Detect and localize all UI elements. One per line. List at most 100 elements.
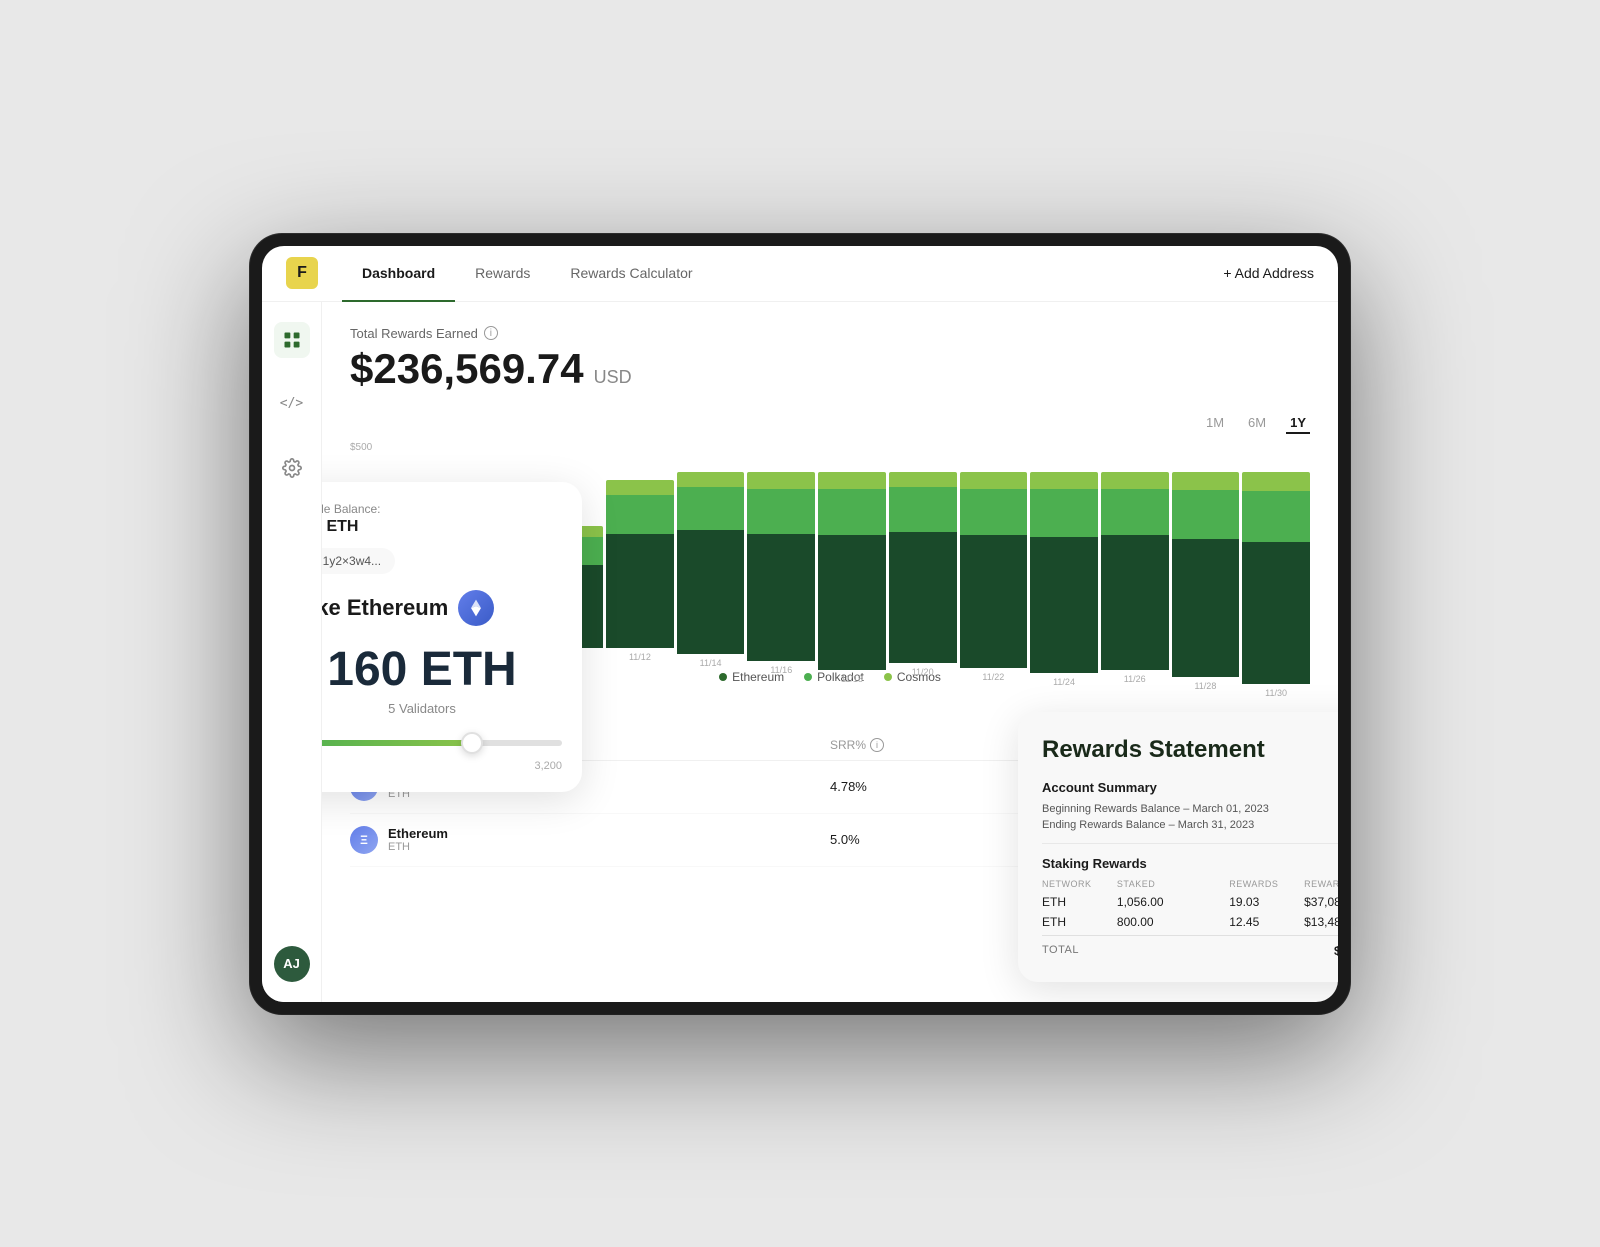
rs-header-staked: STAKED [1117, 879, 1229, 889]
bar-cosmos [677, 472, 745, 488]
slider-thumb[interactable] [461, 732, 483, 754]
nav-tab-rewards[interactable]: Rewards [455, 246, 550, 302]
stake-validators: 5 Validators [322, 701, 562, 716]
device-frame: F Dashboard Rewards Rewards Calculator +… [250, 234, 1350, 1014]
bar-ethereum [960, 535, 1028, 668]
rs-staking-title: Staking Rewards [1042, 856, 1338, 871]
bar-stack [1030, 472, 1098, 673]
bar-ethereum [606, 534, 674, 647]
stake-address: 0z1y2×3w4... [322, 548, 395, 574]
stake-balance-amount: 3,200 ETH [322, 518, 562, 536]
bar-cosmos [1030, 472, 1098, 489]
rs-row-beginning: Beginning Rewards Balance – March 01, 20… [1042, 803, 1338, 815]
bar-stack [747, 472, 815, 662]
bar-stack [606, 472, 674, 648]
bar-polkadot [747, 489, 815, 534]
bar-label: 11/28 [1194, 681, 1216, 691]
slider-fill [322, 740, 472, 746]
srr-info-icon: i [870, 738, 884, 752]
bar-ethereum [677, 530, 745, 655]
bar-cosmos [1172, 472, 1240, 490]
bar-ethereum [818, 535, 886, 670]
bar-label: 11/18 [841, 674, 863, 684]
top-nav: F Dashboard Rewards Rewards Calculator +… [262, 246, 1338, 302]
rs-account-summary-title: Account Summary [1042, 780, 1338, 795]
total-amount: $236,569.74 USD [350, 345, 1310, 393]
bar-group: 11/28 [1172, 472, 1240, 662]
bar-ethereum [1101, 535, 1169, 670]
rs-header-network: NETWORK [1042, 879, 1117, 889]
bar-polkadot [1172, 490, 1240, 540]
filter-1y[interactable]: 1Y [1286, 413, 1310, 434]
sidebar-icon-settings[interactable] [274, 450, 310, 486]
legend-dot-cosmos [884, 673, 892, 681]
bar-ethereum [1242, 542, 1310, 684]
bar-stack [1242, 472, 1310, 684]
bar-polkadot [1242, 491, 1310, 542]
rs-header-rewards-usd: REWARDS $USD [1304, 879, 1338, 889]
main-content: </> AJ Total Rewards Earned i [262, 302, 1338, 1002]
stake-title: Stake Ethereum [322, 590, 562, 626]
chart-time-filters: 1M 6M 1Y [350, 413, 1310, 434]
bar-group: 11/30 [1242, 472, 1310, 662]
bar-polkadot [960, 489, 1028, 536]
rs-header-rewards: REWARDS [1229, 879, 1304, 889]
bar-ethereum [1172, 539, 1240, 676]
bar-polkadot [818, 489, 886, 536]
device-screen: F Dashboard Rewards Rewards Calculator +… [262, 246, 1338, 1002]
bar-group: 11/14 [677, 472, 745, 662]
bar-cosmos [606, 480, 674, 494]
bar-label: 11/22 [982, 672, 1004, 682]
bar-cosmos [889, 472, 957, 488]
slider-container[interactable] [322, 732, 562, 754]
bar-stack [889, 472, 957, 663]
bar-polkadot [606, 495, 674, 535]
user-avatar[interactable]: AJ [274, 946, 310, 982]
bar-label: 11/26 [1124, 674, 1146, 684]
bar-group: 11/22 [960, 472, 1028, 662]
bar-stack [1172, 472, 1240, 677]
nav-tab-dashboard[interactable]: Dashboard [342, 246, 455, 302]
slider-range: 32 3,200 [322, 760, 562, 772]
bar-group: 11/12 [606, 472, 674, 662]
sidebar-icon-code[interactable]: </> [274, 386, 310, 422]
bar-cosmos [818, 472, 886, 489]
bar-label: 11/30 [1265, 688, 1287, 698]
legend-dot-ethereum [719, 673, 727, 681]
stake-amount: 160 ETH [322, 642, 562, 697]
bar-ethereum [889, 532, 957, 662]
rs-table-row-1: ETH 800.00 12.45 $13,482.30 [1042, 915, 1338, 929]
total-rewards-label: Total Rewards Earned i [350, 326, 1310, 341]
sidebar-icon-stack[interactable] [274, 322, 310, 358]
bar-group: 11/20 [889, 472, 957, 662]
bar-stack [818, 472, 886, 670]
filter-1m[interactable]: 1M [1202, 413, 1228, 434]
rewards-statement-card: Rewards Statement Account Summary Beginn… [1018, 712, 1338, 982]
bar-label: 11/20 [912, 667, 934, 677]
rs-total-row: TOTAL $50,562.65 [1042, 935, 1338, 958]
currency-label: USD [594, 367, 632, 388]
rs-table-header: NETWORK STAKED REWARDS REWARDS $USD [1042, 879, 1338, 889]
dashboard-area: Total Rewards Earned i $236,569.74 USD 1… [322, 302, 1338, 1002]
rs-title: Rewards Statement [1042, 736, 1338, 764]
protocol-cell-1: Ξ Ethereum ETH [350, 826, 830, 854]
bar-cosmos [960, 472, 1028, 489]
eth-badge-icon [458, 590, 494, 626]
bar-ethereum [1030, 537, 1098, 673]
bar-cosmos [1101, 472, 1169, 489]
nav-tabs: Dashboard Rewards Rewards Calculator [342, 246, 1223, 302]
bar-group: 11/16 [747, 472, 815, 662]
rs-divider [1042, 843, 1338, 844]
eth-icon-1: Ξ [350, 826, 378, 854]
nav-tab-rewards-calculator[interactable]: Rewards Calculator [550, 246, 712, 302]
info-icon: i [484, 326, 498, 340]
stake-balance-label: Available Balance: [322, 502, 562, 516]
bar-group: 11/26 [1101, 472, 1169, 662]
bar-group: 11/24 [1030, 472, 1098, 662]
add-address-button[interactable]: + Add Address [1223, 265, 1314, 281]
filter-6m[interactable]: 6M [1244, 413, 1270, 434]
bar-cosmos [1242, 472, 1310, 492]
bar-stack [960, 472, 1028, 669]
bar-polkadot [1030, 489, 1098, 537]
bar-stack [677, 472, 745, 655]
